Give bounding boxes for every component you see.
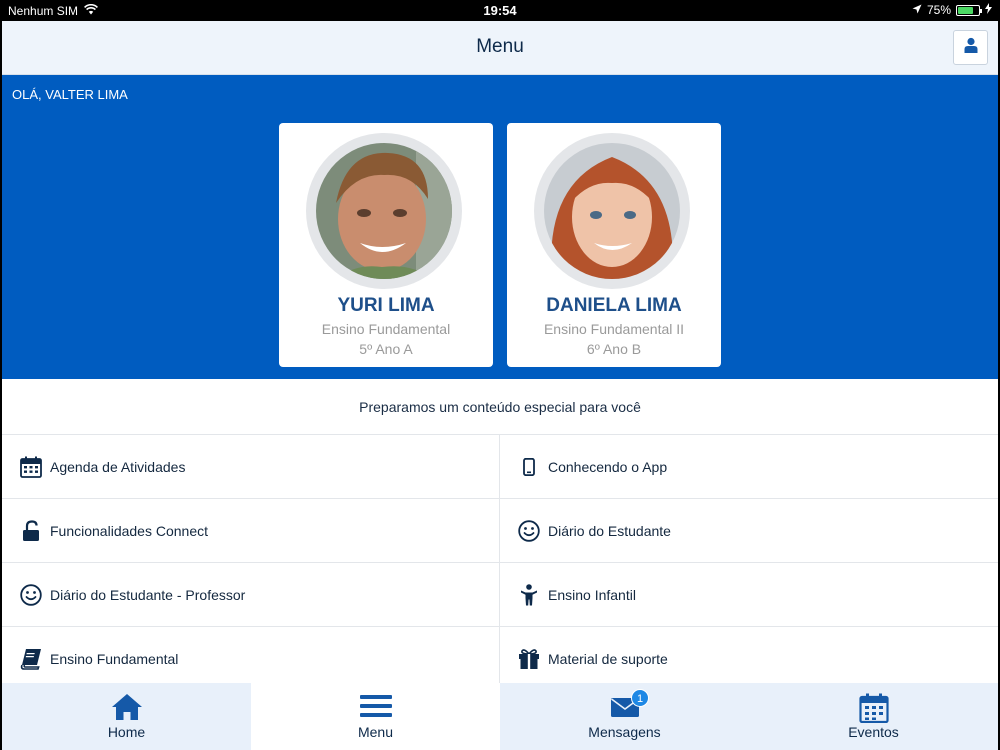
menu-item-label: Ensino Fundamental bbox=[50, 650, 179, 667]
menu-item-label: Conhecendo o App bbox=[548, 458, 668, 475]
menu-item-label: Ensino Infantil bbox=[548, 586, 636, 603]
student-avatar bbox=[534, 133, 690, 289]
menu-item-label: Diário do Estudante bbox=[548, 522, 671, 539]
menu-item-funcionalidades[interactable]: Funcionalidades Connect bbox=[2, 499, 500, 563]
student-avatar bbox=[306, 133, 462, 289]
student-card-yuri[interactable]: YURI LIMA Ensino Fundamental 5º Ano A bbox=[279, 123, 493, 367]
tab-label: Menu bbox=[357, 724, 394, 740]
menu-item-label: Material de suporte bbox=[548, 650, 668, 667]
student-level: Ensino Fundamental bbox=[321, 321, 451, 337]
tab-home[interactable]: Home bbox=[2, 683, 251, 750]
child-icon bbox=[516, 582, 542, 608]
student-photo bbox=[316, 143, 452, 279]
student-photo bbox=[544, 143, 680, 279]
student-class: 6º Ano B bbox=[586, 341, 642, 357]
menu-item-agenda[interactable]: Agenda de Atividades bbox=[2, 435, 500, 499]
greeting-text: OLÁ, VALTER LIMA bbox=[12, 87, 128, 102]
unlock-icon bbox=[18, 518, 44, 544]
page-title: Menu bbox=[476, 36, 524, 57]
menu-item-diario-estudante[interactable]: Diário do Estudante bbox=[500, 499, 998, 563]
calendar-icon bbox=[18, 454, 44, 480]
menu-item-ensino-fundamental[interactable]: Ensino Fundamental bbox=[2, 627, 500, 691]
location-arrow-icon bbox=[912, 3, 922, 17]
students-section: OLÁ, VALTER LIMA YURI LIMA Ensino Fundam… bbox=[2, 75, 998, 379]
student-name: YURI LIMA bbox=[337, 295, 435, 316]
gift-icon bbox=[516, 646, 542, 672]
menu-item-label: Funcionalidades Connect bbox=[50, 522, 208, 539]
menu-item-label: Agenda de Atividades bbox=[50, 458, 186, 475]
menu-item-ensino-infantil[interactable]: Ensino Infantil bbox=[500, 563, 998, 627]
menu-item-conhecendo-app[interactable]: Conhecendo o App bbox=[500, 435, 998, 499]
battery-icon bbox=[956, 4, 982, 16]
tab-label: Mensagens bbox=[588, 724, 661, 740]
status-bar: Nenhum SIM 19:54 75% bbox=[0, 0, 1000, 21]
navigation-bar: Menu bbox=[2, 21, 998, 75]
tab-menu[interactable]: Menu bbox=[251, 683, 500, 750]
app-screen: Menu OLÁ, VALTER LIMA YURI LIMA Ensino F… bbox=[2, 21, 998, 750]
student-level: Ensino Fundamental II bbox=[543, 321, 685, 337]
tab-label: Home bbox=[107, 724, 146, 740]
student-class: 5º Ano A bbox=[359, 341, 413, 357]
tab-eventos[interactable]: Eventos bbox=[749, 683, 998, 750]
tab-mensagens[interactable]: 1 Mensagens bbox=[500, 683, 749, 750]
user-icon bbox=[963, 37, 979, 58]
status-time: 19:54 bbox=[483, 3, 517, 18]
menu-item-label: Diário do Estudante - Professor bbox=[50, 586, 246, 603]
message-count-badge: 1 bbox=[631, 689, 649, 707]
menu-item-diario-professor[interactable]: Diário do Estudante - Professor bbox=[2, 563, 500, 627]
student-name: DANIELA LIMA bbox=[546, 295, 682, 316]
tab-label: Eventos bbox=[848, 724, 899, 740]
calendar-icon bbox=[858, 693, 889, 724]
menu-item-material-suporte[interactable]: Material de suporte bbox=[500, 627, 998, 691]
tab-bar: Home Menu 1 Mensagens Eventos bbox=[2, 683, 998, 750]
profile-button[interactable] bbox=[953, 30, 988, 65]
student-card-daniela[interactable]: DANIELA LIMA Ensino Fundamental II 6º An… bbox=[507, 123, 721, 367]
charging-bolt-icon bbox=[985, 3, 992, 17]
hamburger-icon bbox=[359, 693, 392, 723]
book-icon bbox=[18, 646, 44, 672]
intro-text: Preparamos um conteúdo especial para voc… bbox=[2, 379, 998, 435]
battery-percent: 75% bbox=[926, 3, 951, 17]
phone-icon bbox=[516, 454, 542, 480]
smile-icon bbox=[516, 518, 542, 544]
smile-icon bbox=[18, 582, 44, 608]
home-icon bbox=[111, 693, 143, 723]
